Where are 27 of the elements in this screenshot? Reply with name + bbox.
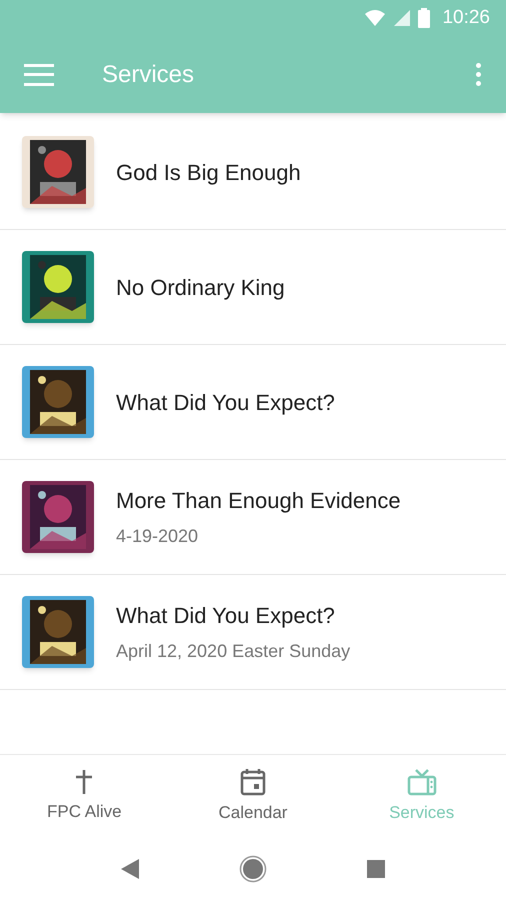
- service-date: April 12, 2020 Easter Sunday: [116, 640, 350, 663]
- service-title: What Did You Expect?: [116, 388, 335, 417]
- status-time: 10:26: [442, 6, 490, 30]
- battery-icon: [418, 8, 430, 28]
- more-options-icon[interactable]: [474, 63, 482, 86]
- tv-icon: [406, 768, 437, 796]
- recents-icon[interactable]: [367, 860, 385, 878]
- nav-tab[interactable]: FPC Alive: [0, 755, 169, 838]
- nav-tab[interactable]: Calendar: [168, 755, 338, 838]
- calendar-icon: [240, 768, 266, 796]
- wifi-icon: [364, 9, 386, 27]
- menu-icon[interactable]: [24, 64, 54, 86]
- service-item[interactable]: What Did You Expect? April 12, 2020 Easter Sunday: [0, 575, 506, 690]
- service-item[interactable]: No Ordinary King: [0, 230, 506, 345]
- service-title: God Is Big Enough: [116, 158, 301, 187]
- service-item[interactable]: God Is Big Enough: [0, 115, 506, 230]
- service-title: No Ordinary King: [116, 274, 285, 302]
- service-title: What Did You Expect?: [116, 602, 336, 630]
- service-item[interactable]: What Did You Expect?: [0, 345, 506, 460]
- back-icon[interactable]: [121, 859, 139, 879]
- service-item[interactable]: More Than Enough Evidence 4-19-2020: [0, 460, 506, 575]
- service-date: 4-19-2020: [116, 525, 200, 548]
- service-title: More Than Enough Evidence: [116, 487, 401, 515]
- home-icon[interactable]: [239, 855, 267, 883]
- screen-title: Services: [102, 60, 196, 90]
- signal-icon: [394, 10, 410, 26]
- cross-icon: [74, 768, 94, 795]
